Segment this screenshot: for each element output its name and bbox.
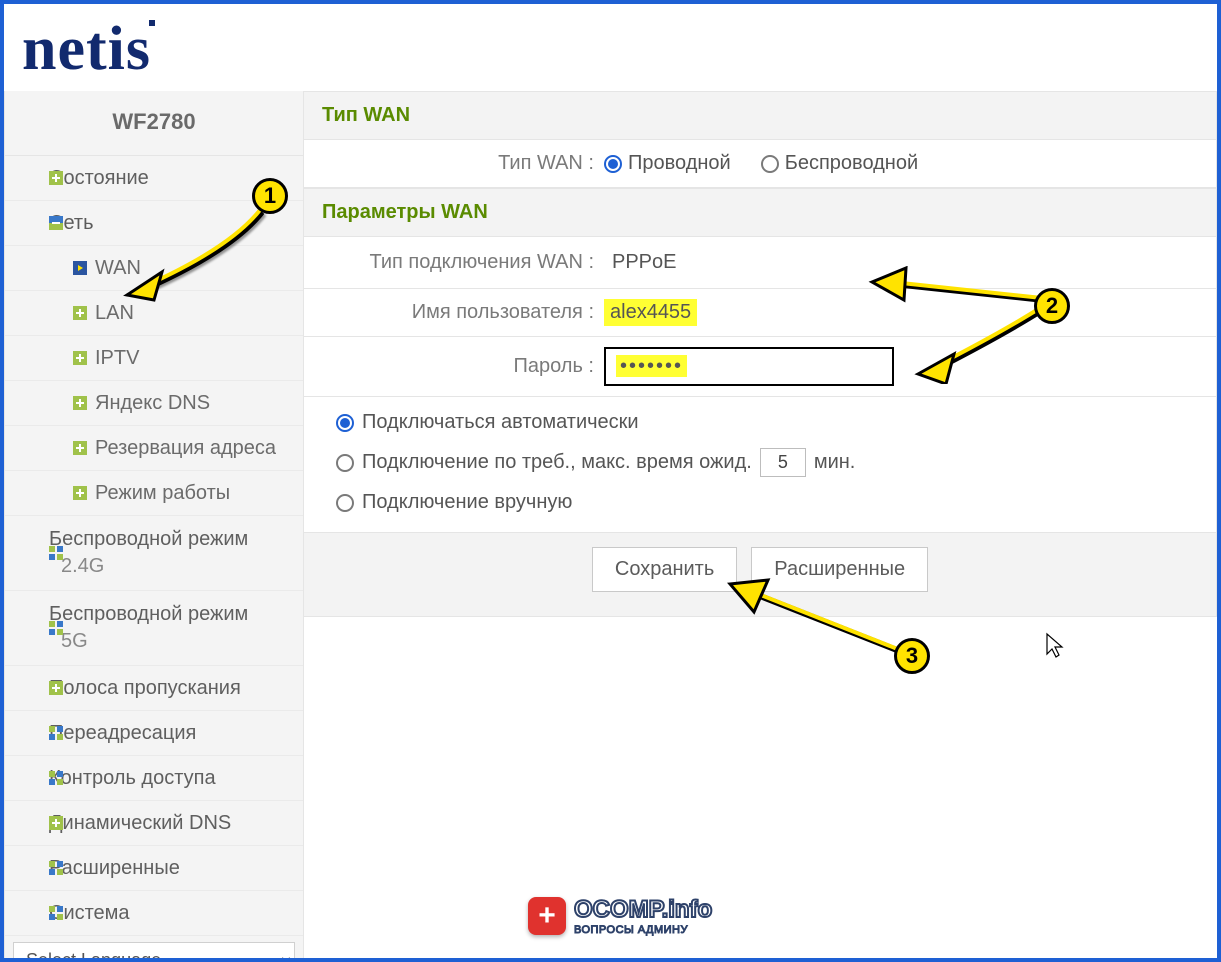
sidebar-item-label: Резервация адреса xyxy=(95,437,276,459)
connection-mode-block: Подключаться автоматически Подключение п… xyxy=(304,397,1217,533)
annotation-badge-1: 1 xyxy=(252,178,288,214)
row-conn-type: Тип подключения WAN : PPPoE xyxy=(304,237,1217,289)
sidebar-item-label: Переадресация xyxy=(49,722,196,744)
plus-icon: + xyxy=(528,897,566,935)
password-label: Пароль : xyxy=(304,355,604,378)
sidebar-item-wireless-5g[interactable]: Беспроводной режим5G xyxy=(5,591,303,666)
plus-icon xyxy=(49,681,63,695)
conn-type-value[interactable]: PPPoE xyxy=(604,247,684,278)
radio-conn-auto[interactable]: Подключаться автоматически xyxy=(336,411,1198,434)
radio-icon xyxy=(761,155,779,173)
sidebar-item-access-control[interactable]: Контроль доступа xyxy=(5,756,303,801)
radio-icon xyxy=(336,494,354,512)
radio-icon xyxy=(336,454,354,472)
cursor-icon xyxy=(1045,632,1065,658)
plus-icon xyxy=(73,306,87,320)
radio-wired[interactable]: Проводной xyxy=(604,152,731,175)
sidebar-item-advanced[interactable]: Расширенные xyxy=(5,846,303,891)
annotation-badge-3: 3 xyxy=(894,638,930,674)
item-icon xyxy=(73,261,87,275)
sidebar-item-label: Динамический DNS xyxy=(49,812,231,834)
annotation-arrow-3 xyxy=(726,574,916,674)
sidebar-item-yandex-dns[interactable]: Яндекс DNS xyxy=(5,381,303,426)
grid-icon xyxy=(49,621,63,635)
plus-icon xyxy=(73,441,87,455)
sidebar-item-label: Беспроводной режим5G xyxy=(49,603,248,652)
plus-icon xyxy=(73,351,87,365)
plus-icon xyxy=(49,816,63,830)
watermark-main: OCOMP.info xyxy=(574,896,712,923)
save-button[interactable]: Сохранить xyxy=(592,547,737,592)
row-wan-type: Тип WAN : Проводной Беспроводной xyxy=(304,140,1217,188)
annotation-badge-2: 2 xyxy=(1034,288,1070,324)
grid-icon xyxy=(49,771,63,785)
row-username: Имя пользователя : alex4455 xyxy=(304,289,1217,337)
plus-icon xyxy=(73,396,87,410)
sidebar-item-label: Состояние xyxy=(49,167,149,189)
sidebar-item-forwarding[interactable]: Переадресация xyxy=(5,711,303,756)
conn-demand-minutes-input[interactable] xyxy=(760,448,806,477)
watermark: + OCOMP.info ВОПРОСЫ АДМИНУ xyxy=(528,896,712,936)
annotation-arrow-1 xyxy=(122,200,292,310)
main-content: Тип WAN Тип WAN : Проводной Беспроводной… xyxy=(304,91,1217,962)
sidebar-item-bandwidth[interactable]: Полоса пропускания xyxy=(5,666,303,711)
radio-conn-manual[interactable]: Подключение вручную xyxy=(336,491,1198,514)
section-wan-type-title: Тип WAN xyxy=(304,91,1217,140)
sidebar-item-label: Режим работы xyxy=(95,482,230,504)
grid-icon xyxy=(49,906,63,920)
language-select[interactable]: Select Language xyxy=(13,942,295,962)
sidebar-item-label: Полоса пропускания xyxy=(49,677,241,699)
sidebar-item-label: IPTV xyxy=(95,347,139,369)
wan-type-label: Тип WAN : xyxy=(304,152,604,175)
watermark-sub: ВОПРОСЫ АДМИНУ xyxy=(574,924,712,936)
annotation-arrow-2b xyxy=(914,304,1054,384)
sidebar-item-iptv[interactable]: IPTV xyxy=(5,336,303,381)
grid-icon xyxy=(49,546,63,560)
grid-icon xyxy=(49,726,63,740)
sidebar-item-label: Расширенные xyxy=(49,857,180,879)
row-password: Пароль : ••••••• xyxy=(304,337,1217,397)
radio-icon xyxy=(336,414,354,432)
logo: netis xyxy=(22,14,151,85)
sidebar-item-operation-mode[interactable]: Режим работы xyxy=(5,471,303,516)
radio-icon xyxy=(604,155,622,173)
section-wan-params-title: Параметры WAN xyxy=(304,188,1217,237)
sidebar-item-system[interactable]: Система xyxy=(5,891,303,936)
model-title: WF2780 xyxy=(5,91,303,156)
sidebar-item-ddns[interactable]: Динамический DNS xyxy=(5,801,303,846)
sidebar-item-label: Беспроводной режим2.4G xyxy=(49,528,248,577)
radio-wireless[interactable]: Беспроводной xyxy=(761,152,918,175)
plus-icon xyxy=(49,171,63,185)
radio-conn-demand[interactable]: Подключение по треб., макс. время ожид. … xyxy=(336,448,1198,477)
sidebar-item-label: Яндекс DNS xyxy=(95,392,210,414)
grid-icon xyxy=(49,861,63,875)
sidebar-item-label: Контроль доступа xyxy=(49,767,216,789)
header: netis xyxy=(4,4,1217,91)
sidebar-item-wireless-24g[interactable]: Беспроводной режим2.4G xyxy=(5,516,303,591)
password-input[interactable]: ••••••• xyxy=(616,355,687,377)
conn-type-label: Тип подключения WAN : xyxy=(304,251,604,274)
username-input[interactable]: alex4455 xyxy=(604,299,697,326)
minus-icon xyxy=(49,216,63,230)
sidebar-item-address-reservation[interactable]: Резервация адреса xyxy=(5,426,303,471)
plus-icon xyxy=(73,486,87,500)
username-label: Имя пользователя : xyxy=(304,301,604,324)
